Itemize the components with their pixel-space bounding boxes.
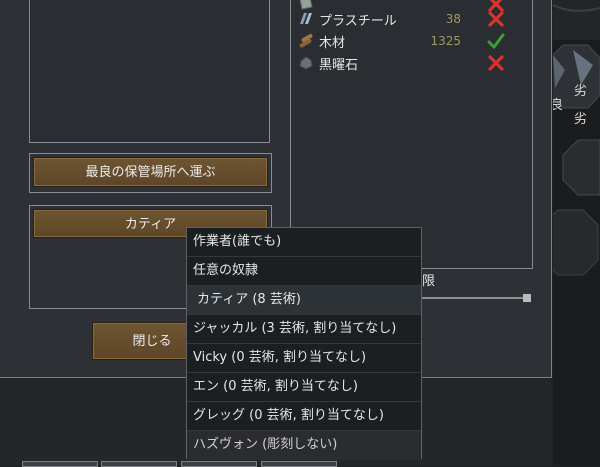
resource-row-plasteel[interactable]: プラスチール 38 [291, 8, 531, 30]
limit-slider-track[interactable] [421, 297, 527, 299]
disallowed-x-icon[interactable] [487, 54, 505, 72]
allowed-check-icon[interactable] [487, 32, 505, 50]
wood-icon [299, 34, 313, 48]
menu-item-hazvon: ハズヴォン (彫刻しない) [187, 431, 421, 460]
quality-label: 劣 [574, 84, 588, 99]
menu-item-vicky[interactable]: Vicky (0 芸術, 割り当てなし) [187, 344, 421, 373]
resource-count: 1325 [430, 34, 461, 48]
resource-count: 38 [445, 12, 461, 26]
game-map-area[interactable]: 劣 良 劣 [553, 0, 600, 465]
quality-label: 良 [553, 98, 564, 113]
bottom-tab[interactable] [22, 461, 98, 467]
worker-dropdown-menu: 作業者(誰でも) 任意の奴隷 カティア (8 芸術) ジャッカル (3 芸術, … [186, 227, 422, 460]
plasteel-icon [300, 13, 312, 24]
menu-item-greg[interactable]: グレッグ (0 芸術, 割り当てなし) [187, 402, 421, 431]
resource-name: 木材 [319, 36, 346, 51]
bottom-tab[interactable] [181, 461, 257, 467]
obsidian-icon [299, 56, 313, 70]
limit-slider-handle[interactable] [523, 294, 531, 302]
haul-to-best-stockpile-button[interactable]: 最良の保管場所へ運ぶ [33, 157, 268, 187]
menu-item-katia[interactable]: カティア (8 芸術) [187, 286, 421, 315]
menu-item-any-slave[interactable]: 任意の奴隷 [187, 257, 421, 286]
bottom-tab[interactable] [101, 461, 177, 467]
resource-name: 黒曜石 [319, 58, 359, 73]
menu-item-en[interactable]: エン (0 芸術, 割り当てなし) [187, 373, 421, 402]
hex-tiles [553, 0, 600, 276]
resource-row-wood[interactable]: 木材 1325 [291, 30, 531, 52]
disallowed-x-icon[interactable] [487, 10, 505, 28]
resource-name: プラスチール [319, 14, 397, 29]
bill-info-panel [29, 0, 270, 143]
quality-label: 劣 [574, 112, 588, 127]
limit-label: 限 [422, 274, 436, 289]
resource-row-obsidian[interactable]: 黒曜石 [291, 52, 531, 74]
menu-item-jackal[interactable]: ジャッカル (3 芸術, 割り当てなし) [187, 315, 421, 344]
menu-item-anyone[interactable]: 作業者(誰でも) [187, 228, 421, 257]
bottom-tab[interactable] [261, 461, 337, 467]
